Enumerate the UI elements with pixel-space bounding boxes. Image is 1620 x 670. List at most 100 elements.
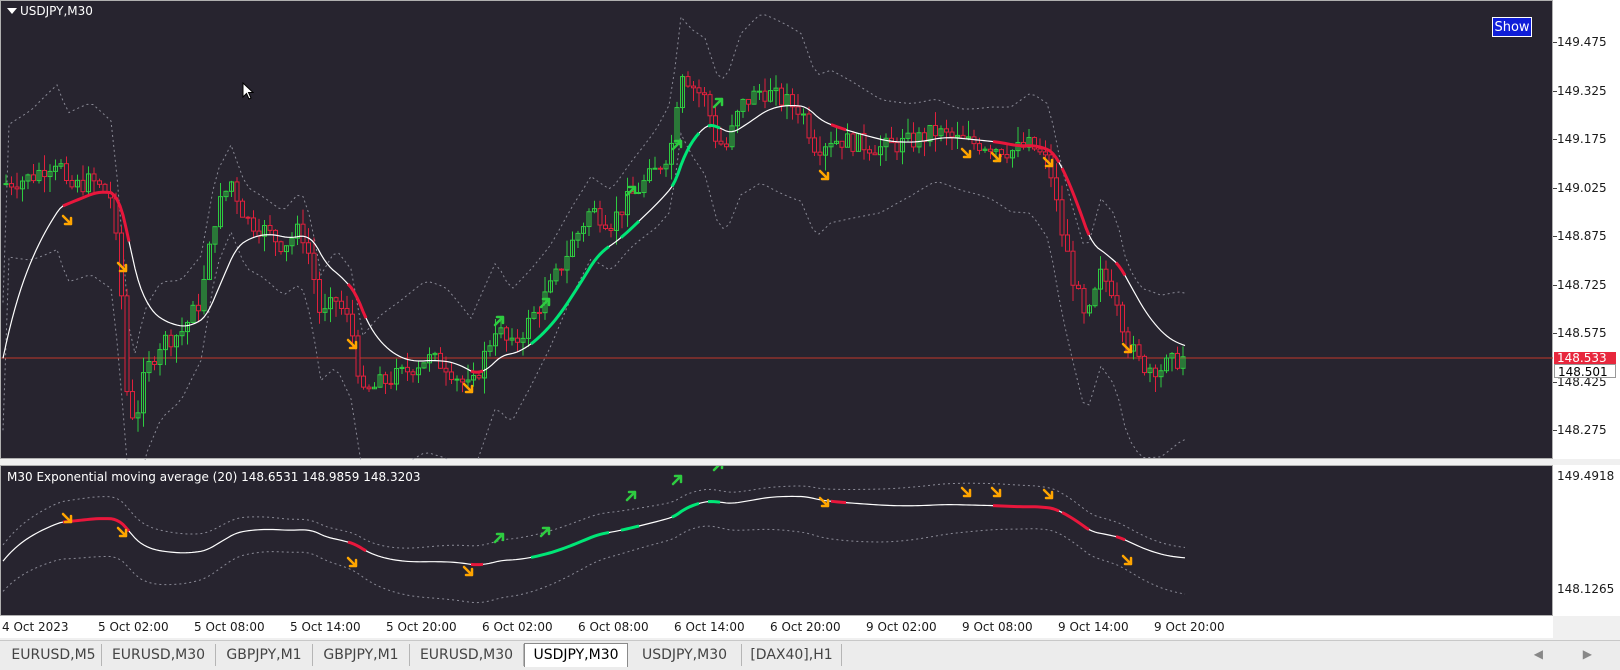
buy-signal-arrow-icon [495,317,503,325]
indicator-trend-segment [672,503,699,517]
candle-body [345,308,349,314]
candle-body [802,114,806,115]
indicator-price-scale[interactable]: 149.4918 148.1265 [1553,465,1620,616]
candle-body [1071,251,1075,285]
chart-tab[interactable]: [DAX40],H1 [742,644,842,666]
time-tick-label: 5 Oct 20:00 [386,620,457,634]
ema-trend-segment [1116,263,1125,276]
chart-tab[interactable]: GBPJPY,M1 [216,644,313,666]
candle-body [659,168,663,169]
time-tick-label: 9 Oct 02:00 [866,620,937,634]
candle-body [714,116,718,141]
time-tick-label: 6 Oct 14:00 [674,620,745,634]
mouse-cursor-icon [242,82,256,102]
candle-body [4,184,8,185]
ema-trend-segment [621,221,639,237]
candle-body [609,229,613,231]
candle-body [1143,356,1147,372]
tab-scroll-arrows-icon[interactable]: ◀ ▶ [1534,647,1610,661]
candle-body [604,225,608,228]
buy-signal-arrow-icon [714,466,722,470]
chart-tab[interactable]: EURUSD,M5 [6,644,102,666]
indicator-pane[interactable]: M30 Exponential moving average (20) 148.… [0,465,1553,616]
main-chart-pane[interactable]: USDJPY,M30 Show [0,0,1553,459]
candle-body [538,312,542,313]
indicator-trend-segment [531,532,609,557]
candle-body [246,217,250,218]
candle-body [851,134,855,151]
main-price-scale[interactable]: 149.475149.325149.175149.025148.875148.7… [1553,0,1620,459]
candle-body [125,296,129,392]
candle-body [686,77,690,86]
candle-body [945,129,949,132]
candle-body [840,141,844,147]
chart-tab[interactable]: USDJPY,M30 [524,643,628,667]
candle-body [362,376,366,387]
collapse-triangle-icon[interactable] [7,8,17,14]
indicator-tick-label: 148.1265 [1557,582,1614,596]
candle-body [978,144,982,151]
candle-body [252,218,256,231]
current-price-bid-label: 148.533 [1554,352,1616,364]
price-tick-label: 148.275 [1557,423,1607,437]
time-tick-label: 6 Oct 02:00 [482,620,553,634]
candle-body [70,181,74,187]
indicator-trend-segment [1062,512,1089,529]
sell-signal-arrow-icon [962,149,970,157]
sell-signal-arrow-icon [118,528,126,536]
candle-body [1077,285,1081,288]
candle-body [1110,281,1114,295]
candle-body [389,383,393,384]
candle-body [455,379,459,380]
chart-tab[interactable]: GBPJPY,M1 [313,644,410,666]
candle-body [406,367,410,371]
candle-body [796,107,800,114]
candle-body [307,243,311,253]
show-button[interactable]: Show [1492,17,1532,37]
chart-tab[interactable]: EURUSD,M30 [102,644,216,666]
candle-body [98,181,102,184]
chart-tab[interactable]: USDJPY,M30 [628,644,742,666]
time-tick-label: 5 Oct 14:00 [290,620,361,634]
metatrader-chart-window: USDJPY,M30 Show 149.475149.325149.175149… [0,0,1620,669]
candle-body [989,149,993,151]
candle-body [169,335,173,346]
indicator-upper-band [3,483,1185,548]
candle-body [81,180,85,191]
candle-body [1044,152,1048,155]
price-tick-label: 149.175 [1557,132,1607,146]
buy-signal-arrow-icon [714,99,722,107]
candle-body [65,164,69,181]
candle-body [235,182,239,201]
candle-body [477,375,481,377]
candle-body [351,314,355,336]
candle-body [1005,155,1009,158]
buy-signal-arrow-icon [495,534,503,542]
candle-body [862,134,866,150]
candle-body [950,132,954,137]
sell-signal-arrow-icon [1123,556,1131,564]
indicator-tick-label: 149.4918 [1557,469,1614,483]
chart-tab-bar: ◀ ▶ EURUSD,M5EURUSD,M30GBPJPY,M1GBPJPY,M… [0,640,1620,670]
candle-body [131,392,135,418]
candle-body [758,91,762,92]
indicator-title: M30 Exponential moving average (20) 148.… [7,470,421,484]
chart-tab[interactable]: EURUSD,M30 [410,644,524,666]
time-axis[interactable]: 4 Oct 20235 Oct 02:005 Oct 08:005 Oct 14… [0,616,1553,638]
ema-indicator-chart [1,466,1554,617]
candle-body [868,150,872,153]
price-tick-label: 149.325 [1557,84,1607,98]
candle-body [318,280,322,313]
time-tick-label: 9 Oct 20:00 [1154,620,1225,634]
candle-body [197,305,201,310]
buy-signal-arrow-icon [627,187,635,195]
candle-body [10,184,14,187]
price-tick-label: 149.025 [1557,181,1607,195]
candle-body [516,338,520,342]
time-tick-label: 9 Oct 14:00 [1058,620,1129,634]
candle-body [719,141,723,144]
candle-body [1060,200,1064,235]
candle-body [92,174,96,181]
ema-trend-segment [348,284,366,318]
candle-body [340,301,344,308]
